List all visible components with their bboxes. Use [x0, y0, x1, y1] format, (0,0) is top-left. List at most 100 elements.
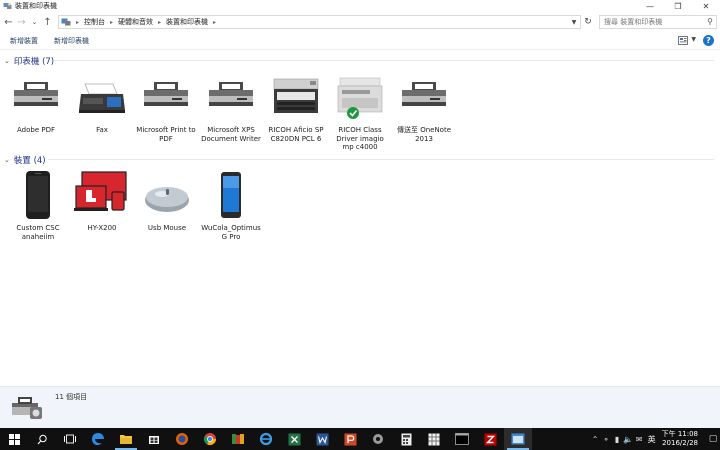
address-history-chevron-icon[interactable]: ▼ [569, 16, 579, 28]
taskbar-word[interactable] [308, 428, 336, 450]
printer-label: Adobe PDF [16, 126, 55, 134]
collapse-chevron-icon[interactable]: ⌄ [4, 156, 10, 164]
message-icon[interactable]: ✉ [634, 435, 645, 444]
search-input[interactable]: 搜尋 裝置和印表機 ⚲ [599, 15, 717, 29]
printers-group-header[interactable]: ⌄ 印表機 (7) [4, 55, 720, 67]
breadcrumb-control-panel[interactable]: 控制台 [84, 17, 105, 27]
taskbar: ⌃ ⚬ ▮ 🔈 ✉ 英 下午 11:08 2016/2/28 ▢ [0, 428, 720, 450]
phone-icon [26, 171, 50, 219]
help-button[interactable]: ? [703, 35, 714, 46]
gear-icon [373, 434, 383, 444]
breadcrumb-devices-printers[interactable]: 裝置和印表機 [166, 17, 208, 27]
printer-label: 傳送至 OneNote 2013 [396, 126, 452, 143]
recent-dropdown-button[interactable]: ⌄ [28, 15, 41, 29]
collapse-chevron-icon[interactable]: ⌄ [4, 57, 10, 65]
battery-icon[interactable]: ▮ [612, 435, 623, 444]
action-center-icon[interactable]: ▢ [706, 428, 720, 450]
group-divider [54, 60, 714, 61]
devices-group-header[interactable]: ⌄ 裝置 (4) [4, 154, 720, 166]
device-wucola-optimus-g-pro[interactable]: WuCola_Optimus G Pro [201, 170, 261, 241]
printer-ricoh-aficio[interactable]: RICOH Aficio SP C820DN PCL 6 [266, 76, 326, 143]
search-icon[interactable]: ⚲ [707, 17, 713, 26]
search-icon [37, 434, 47, 444]
printer-ricoh-class-driver[interactable]: RICOH Class Driver imagio mp c4000 [330, 76, 390, 152]
chevron-right-icon[interactable]: ▸ [110, 19, 113, 26]
up-button[interactable]: ↑ [41, 15, 54, 29]
taskbar-books-app[interactable] [224, 428, 252, 450]
device-hy-x200[interactable]: HY-X200 [72, 170, 132, 233]
taskbar-firefox[interactable] [168, 428, 196, 450]
add-printer-button[interactable]: 新增印表機 [54, 36, 89, 46]
group-divider [48, 159, 714, 160]
taskbar-file-explorer[interactable] [112, 428, 140, 450]
taskbar-internet-explorer[interactable] [252, 428, 280, 450]
address-bar[interactable]: ▸ 控制台 ▸ 硬體和音效 ▸ 裝置和印表機 ▸ ▼ [58, 15, 581, 29]
printer-fax[interactable]: Fax [72, 80, 132, 135]
taskbar-edge[interactable] [84, 428, 112, 450]
search-button[interactable] [28, 428, 56, 450]
printer-microsoft-print-to-pdf[interactable]: Microsoft Print to PDF [136, 80, 196, 143]
device-usb-mouse[interactable]: Usb Mouse [137, 170, 197, 233]
device-custom-csc-anaheiim[interactable]: Custom CSC anaheiim [8, 170, 68, 241]
mouse-icon [145, 187, 189, 212]
device-label: Custom CSC anaheiim [16, 224, 60, 241]
taskbar-chrome[interactable] [196, 428, 224, 450]
printer-label: RICOH Aficio SP C820DN PCL 6 [268, 126, 324, 143]
printer-icon [14, 82, 58, 106]
clock[interactable]: 下午 11:08 2016/2/28 [662, 430, 698, 448]
add-device-button[interactable]: 新增裝置 [10, 36, 38, 46]
network-icon[interactable]: ⚬ [601, 435, 612, 444]
device-label: WuCola_Optimus G Pro [201, 224, 261, 241]
printer-microsoft-xps-document-writer[interactable]: Microsoft XPS Document Writer [201, 80, 261, 143]
address-row: ← → ⌄ ↑ ▸ 控制台 ▸ 硬體和音效 ▸ 裝置和印表機 ▸ ▼ ↻ 搜尋 … [0, 14, 720, 30]
edge-icon [92, 433, 104, 445]
taskbar-control-panel[interactable] [504, 428, 532, 450]
start-button[interactable] [0, 428, 28, 450]
windows-logo-icon [8, 433, 20, 445]
taskbar-calculator[interactable] [392, 428, 420, 450]
breadcrumb-hardware-sound[interactable]: 硬體和音效 [118, 17, 153, 27]
taskbar-settings-app[interactable] [364, 428, 392, 450]
multifunction-printer-icon [273, 78, 319, 113]
taskbar-store[interactable] [140, 428, 168, 450]
file-explorer-icon [120, 435, 132, 444]
firefox-icon [176, 433, 188, 445]
terminal-icon [455, 433, 469, 445]
change-view-icon[interactable] [678, 36, 688, 45]
chevron-right-icon[interactable]: ▸ [158, 19, 161, 26]
forward-button[interactable]: → [15, 15, 28, 29]
taskbar-powerpoint[interactable] [336, 428, 364, 450]
close-button[interactable]: ✕ [692, 0, 720, 12]
printer-adobe-pdf[interactable]: Adobe PDF [6, 80, 66, 135]
volume-icon[interactable]: 🔈 [623, 435, 634, 444]
clock-time: 下午 11:08 [661, 430, 698, 438]
title-bar: 裝置和印表機 — ❐ ✕ [0, 0, 720, 12]
restore-button[interactable]: ❐ [664, 0, 692, 12]
refresh-button[interactable]: ↻ [582, 15, 594, 29]
system-tray: ⌃ ⚬ ▮ 🔈 ✉ 英 下午 11:08 2016/2/28 ▢ [590, 428, 720, 450]
taskbar-excel[interactable] [280, 428, 308, 450]
task-view-button[interactable] [56, 428, 84, 450]
device-label: Usb Mouse [147, 224, 187, 232]
input-language-indicator[interactable]: 英 [648, 434, 656, 445]
printer-label: Fax [96, 126, 108, 134]
chevron-right-icon: ▸ [76, 18, 80, 26]
search-placeholder: 搜尋 裝置和印表機 [604, 18, 663, 26]
minimize-button[interactable]: — [636, 0, 664, 12]
chevron-right-icon[interactable]: ▸ [213, 19, 216, 26]
filezilla-icon [484, 433, 496, 445]
taskbar-command-prompt[interactable] [448, 428, 476, 450]
printer-label: RICOH Class Driver imagio mp c4000 [336, 126, 384, 151]
back-button[interactable]: ← [2, 15, 15, 29]
internet-explorer-icon [259, 432, 273, 446]
printer-send-to-onenote[interactable]: 傳送至 OneNote 2013 [394, 80, 454, 143]
view-options-chevron-icon[interactable]: ▼ [691, 36, 696, 43]
devices-printers-app-icon [3, 3, 12, 9]
task-view-icon [64, 434, 76, 444]
inkjet-printer-icon [337, 77, 383, 119]
taskbar-filezilla[interactable] [476, 428, 504, 450]
device-label: HY-X200 [87, 224, 117, 232]
calculator-icon [401, 433, 411, 445]
taskbar-sheet-app[interactable] [420, 428, 448, 450]
show-hidden-icons-chevron-icon[interactable]: ⌃ [590, 435, 601, 444]
